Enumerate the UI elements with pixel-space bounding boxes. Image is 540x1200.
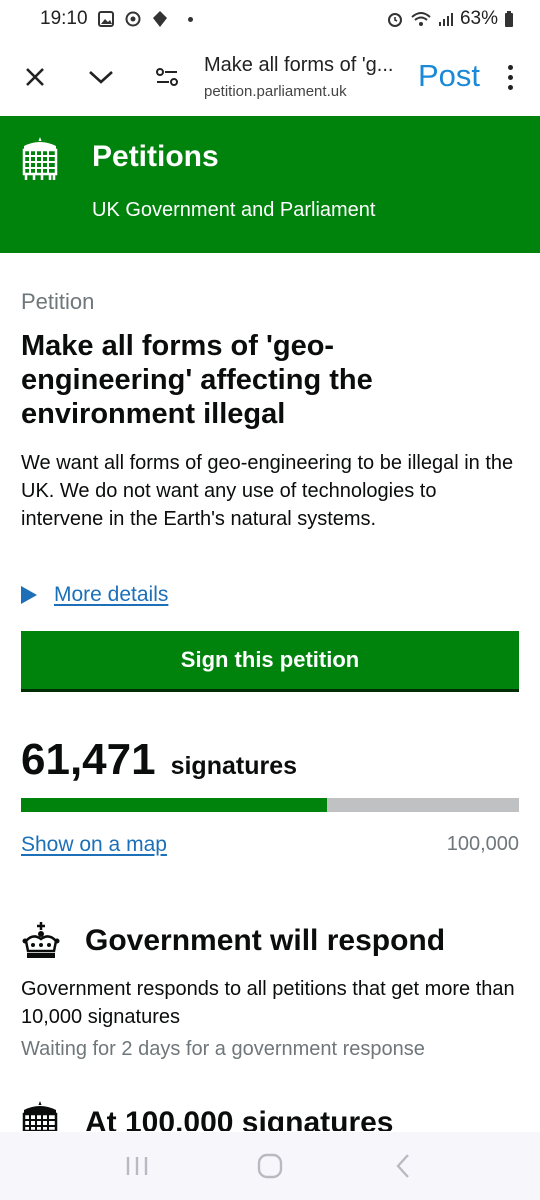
portcullis-icon[interactable] (20, 136, 60, 182)
home-button[interactable] (240, 1146, 300, 1186)
home-icon (257, 1153, 283, 1179)
response-title: Government will respond (85, 924, 446, 957)
more-dot-icon (507, 64, 513, 70)
site-header: Petitions UK Government and Parliament (0, 116, 540, 253)
tune-icon (156, 68, 178, 86)
site-title[interactable]: Petitions (92, 140, 219, 174)
page-title: Make all forms of 'g... (204, 54, 394, 76)
portcullis-icon (22, 1101, 58, 1131)
system-nav-bar (0, 1132, 540, 1200)
response-waiting: Waiting for 2 days for a government resp… (21, 1038, 425, 1060)
close-icon (26, 68, 44, 86)
signature-summary: 61,471 signatures (21, 735, 297, 785)
debate-heading: At 100,000 signatures (21, 1101, 393, 1131)
chevron-down-icon (89, 71, 113, 84)
debate-title: At 100,000 signatures (85, 1106, 394, 1131)
sign-petition-button[interactable]: Sign this petition (21, 631, 519, 689)
close-button[interactable] (2, 38, 68, 116)
battery-icon (505, 11, 513, 27)
response-heading: Government will respond (21, 921, 445, 961)
signature-progress-bar (21, 798, 519, 812)
more-options-button[interactable] (500, 64, 520, 90)
back-icon (396, 1154, 410, 1178)
petition-caption: Petition (21, 289, 95, 314)
status-bar: 19:10 63% (0, 0, 540, 38)
site-subtitle: UK Government and Parliament (92, 199, 376, 221)
recent-apps-icon (126, 1157, 147, 1175)
back-button[interactable] (373, 1146, 433, 1186)
wifi-icon (411, 12, 431, 26)
signature-label: signatures (170, 752, 298, 780)
browser-toolbar: Make all forms of 'g... petition.parliam… (0, 38, 540, 116)
site-settings-button[interactable] (134, 38, 200, 116)
post-button[interactable]: Post (418, 58, 480, 94)
recent-apps-button[interactable] (107, 1146, 167, 1186)
signature-count: 61,471 (21, 735, 156, 784)
signature-progress-fill (21, 798, 328, 812)
page-domain: petition.parliament.uk (204, 83, 347, 100)
signal-icon (438, 13, 453, 26)
signature-target: 100,000 (446, 833, 519, 855)
more-details-toggle[interactable]: More details (21, 583, 168, 607)
gallery-icon (97, 11, 114, 27)
petition-description: We want all forms of geo-engineering to … (21, 452, 514, 530)
more-details-link[interactable]: More details (54, 583, 168, 607)
alarm-icon (387, 13, 402, 27)
petition-title: Make all forms of 'geo-engineering' affe… (21, 330, 373, 430)
show-map-link[interactable]: Show on a map (21, 833, 167, 857)
status-time: 19:10 (40, 8, 88, 29)
sync-icon (125, 11, 141, 27)
more-dot-icon (507, 74, 513, 80)
crown-icon (22, 922, 60, 958)
shield-icon (152, 11, 167, 27)
more-dot-icon (507, 84, 513, 90)
battery-percent: 63% (459, 8, 498, 29)
map-row: Show on a map 100,000 (21, 833, 519, 857)
url-box[interactable]: Make all forms of 'g... petition.parliam… (200, 54, 418, 100)
response-text: Government responds to all petitions tha… (21, 978, 515, 1028)
notification-dot-icon (187, 16, 193, 22)
caret-right-icon (21, 586, 37, 604)
collapse-button[interactable] (68, 38, 134, 116)
